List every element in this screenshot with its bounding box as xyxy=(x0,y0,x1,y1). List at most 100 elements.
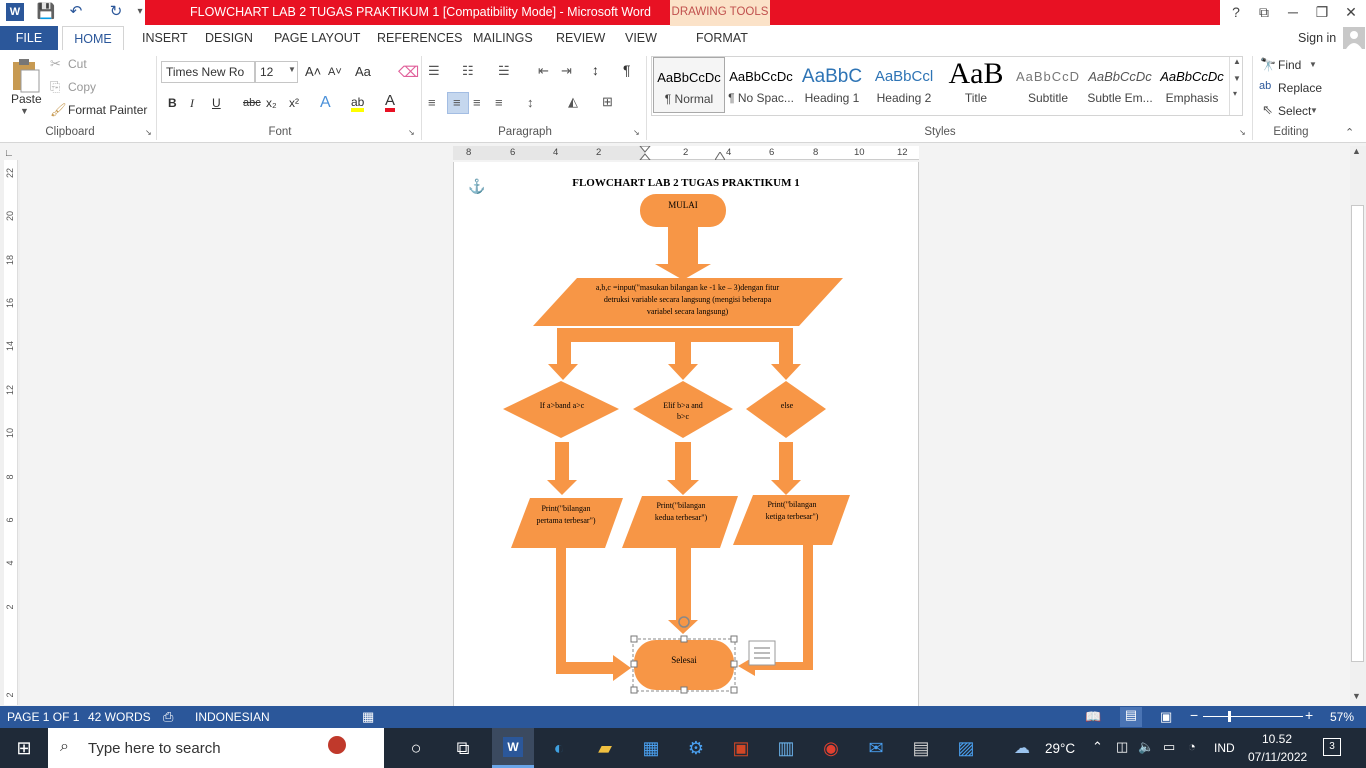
style-emphasis[interactable]: AaBbCcDc Emphasis xyxy=(1156,57,1228,113)
align-left-icon[interactable]: ≡ xyxy=(428,95,436,110)
italic-button[interactable]: I xyxy=(190,96,194,111)
tab-home[interactable]: HOME xyxy=(62,26,124,50)
shrink-font-button[interactable]: A˅ xyxy=(328,66,342,78)
subscript-button[interactable]: x₂ xyxy=(266,96,277,110)
clock-date[interactable]: 07/11/2022 xyxy=(1248,750,1307,764)
font-launcher-icon[interactable]: ↘ xyxy=(408,128,415,137)
edge-icon[interactable]: ◐ xyxy=(544,734,574,762)
macro-icon[interactable]: ▦ xyxy=(362,709,374,725)
notepad-icon[interactable]: ▤ xyxy=(906,734,936,762)
tab-view[interactable]: VIEW xyxy=(623,26,659,50)
close-button[interactable]: ✕ xyxy=(1336,0,1366,25)
tab-selector-icon[interactable]: ∟ xyxy=(4,148,16,160)
input-language[interactable]: IND xyxy=(1214,741,1235,755)
borders-icon[interactable]: ⊞ xyxy=(602,94,613,110)
save-icon[interactable]: 💾 xyxy=(36,2,56,22)
text-effects-button[interactable]: A xyxy=(320,94,331,112)
meet-now-icon[interactable]: ◫ xyxy=(1116,739,1128,755)
chevron-up-icon[interactable]: ⌃ xyxy=(1092,739,1103,755)
tab-page-layout[interactable]: PAGE LAYOUT xyxy=(272,26,362,50)
weather-icon[interactable]: ☁ xyxy=(1014,738,1030,758)
paragraph-launcher-icon[interactable]: ↘ xyxy=(633,128,640,137)
task-view-icon[interactable]: ⧉ xyxy=(448,734,478,762)
proofing-icon[interactable]: ⎙ xyxy=(163,709,173,725)
zoom-slider-thumb[interactable] xyxy=(1228,711,1231,722)
tab-mailings[interactable]: MAILINGS xyxy=(471,26,535,50)
numbering-icon[interactable]: ☷ xyxy=(462,63,474,79)
style-title[interactable]: AaB Title xyxy=(940,57,1012,113)
change-case-button[interactable]: Aa xyxy=(355,64,371,79)
volume-icon[interactable]: 🔈 xyxy=(1138,739,1154,755)
battery-icon[interactable]: ▭ xyxy=(1163,739,1175,755)
align-center-button[interactable]: ≡ xyxy=(447,92,469,114)
font-color-button[interactable]: A xyxy=(385,93,396,112)
undo-icon[interactable]: ↶ xyxy=(66,2,86,22)
end-terminator[interactable] xyxy=(634,640,734,690)
style-no-spacing[interactable]: AaBbCcDc ¶ No Spac... xyxy=(725,57,797,113)
replace-button[interactable]: Replace xyxy=(1278,81,1322,95)
tab-insert[interactable]: INSERT xyxy=(140,26,190,50)
clipboard-launcher-icon[interactable]: ↘ xyxy=(145,128,152,137)
settings-app-icon[interactable]: ⚙ xyxy=(681,734,711,762)
avatar[interactable] xyxy=(1343,27,1365,49)
redo-icon[interactable]: ↻ xyxy=(106,2,126,22)
zoom-level[interactable]: 57% xyxy=(1330,710,1354,724)
find-button[interactable]: Find xyxy=(1278,58,1301,72)
align-right-icon[interactable]: ≡ xyxy=(473,95,481,110)
copy-button[interactable]: Copy xyxy=(68,80,96,94)
web-layout-icon[interactable]: ▣ xyxy=(1160,709,1172,725)
bullets-icon[interactable]: ☰ xyxy=(428,63,440,79)
clock-time[interactable]: 10.52 xyxy=(1262,732,1292,746)
resize-handle[interactable] xyxy=(680,686,688,694)
read-mode-icon[interactable]: 📖 xyxy=(1085,709,1101,725)
file-explorer-icon[interactable]: ▰ xyxy=(590,734,620,762)
chrome-icon[interactable]: ◉ xyxy=(816,734,846,762)
shading-icon[interactable]: ◭ xyxy=(568,94,578,110)
resize-handle[interactable] xyxy=(630,686,638,694)
cortana-icon[interactable]: ○ xyxy=(401,734,431,762)
superscript-button[interactable]: x² xyxy=(289,96,299,110)
select-dropdown-icon[interactable]: ▼ xyxy=(1310,106,1318,115)
increase-indent-icon[interactable]: ⇥ xyxy=(561,63,572,79)
style-heading-1[interactable]: AaBbC Heading 1 xyxy=(796,57,868,113)
format-painter-button[interactable]: Format Painter xyxy=(68,103,147,117)
remote-desktop-icon[interactable]: ▥ xyxy=(771,734,801,762)
zoom-in-button[interactable]: + xyxy=(1305,707,1313,723)
word-app-icon[interactable]: W xyxy=(6,3,24,21)
paste-dropdown-icon[interactable]: ▼ xyxy=(20,106,29,116)
scroll-down-icon[interactable]: ▼ xyxy=(1352,691,1361,701)
resize-handle[interactable] xyxy=(730,686,738,694)
weather-temp[interactable]: 29°C xyxy=(1045,741,1075,756)
vertical-ruler[interactable]: 22 20 18 16 14 12 10 8 6 4 2 2 xyxy=(0,160,20,705)
cut-button[interactable]: Cut xyxy=(68,57,87,71)
start-terminator[interactable] xyxy=(640,194,726,227)
help-button[interactable]: ? xyxy=(1221,0,1251,25)
style-subtitle[interactable]: AaBbCcD Subtitle xyxy=(1012,57,1084,113)
highlight-button[interactable]: ab xyxy=(351,96,365,112)
sign-in-link[interactable]: Sign in xyxy=(1296,26,1338,50)
notification-icon[interactable]: 3 xyxy=(1323,738,1341,756)
right-indent-marker-icon[interactable] xyxy=(715,152,725,160)
print-layout-icon[interactable]: ▤ xyxy=(1120,707,1142,727)
mail-icon[interactable]: ✉ xyxy=(861,734,891,762)
grow-font-button[interactable]: A˄ xyxy=(305,64,321,79)
photos-icon[interactable]: ▨ xyxy=(951,734,981,762)
bold-button[interactable]: B xyxy=(168,96,177,110)
windows-start-icon[interactable]: ⊞ xyxy=(9,734,39,762)
wifi-icon[interactable]: ◔ xyxy=(1188,739,1196,754)
resize-handle[interactable] xyxy=(630,635,638,643)
minimize-button[interactable]: ─ xyxy=(1278,0,1308,25)
font-name-combo[interactable]: Times New Ro xyxy=(161,61,255,83)
customize-qat-icon[interactable]: ▾ xyxy=(130,2,150,22)
ribbon-display-options-button[interactable]: ⧉ xyxy=(1249,0,1279,25)
justify-icon[interactable]: ≡ xyxy=(495,95,503,110)
paste-button[interactable]: Paste xyxy=(11,92,42,106)
store-icon[interactable]: ▦ xyxy=(636,734,666,762)
show-formatting-button[interactable]: ¶ xyxy=(623,62,631,78)
find-dropdown-icon[interactable]: ▼ xyxy=(1309,60,1317,69)
strikethrough-button[interactable]: abc xyxy=(243,97,261,109)
styles-launcher-icon[interactable]: ↘ xyxy=(1239,128,1246,137)
tab-references[interactable]: REFERENCES xyxy=(375,26,464,50)
language-indicator[interactable]: INDONESIAN xyxy=(195,710,270,724)
zoom-out-button[interactable]: − xyxy=(1190,707,1198,723)
